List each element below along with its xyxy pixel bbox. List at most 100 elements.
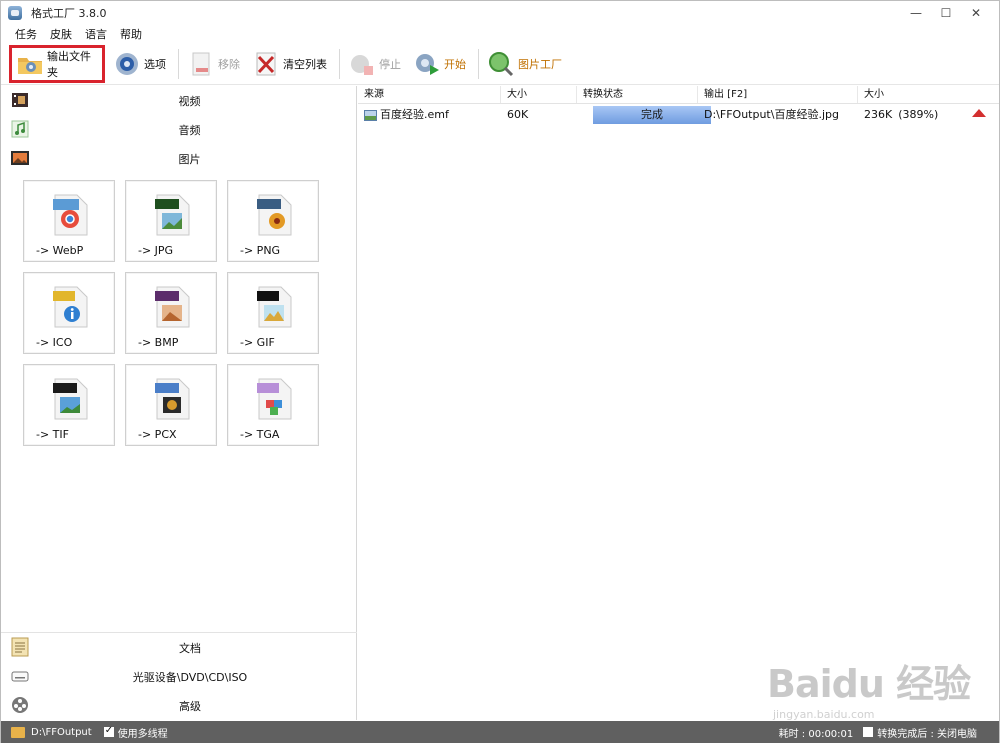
category-picture[interactable]: 图片	[1, 144, 356, 173]
output-folder-button[interactable]: 输出文件夹	[9, 44, 105, 83]
stop-button[interactable]: 停止	[344, 45, 405, 83]
picture-factory-button[interactable]: 图片工厂	[483, 45, 566, 83]
jpg-file-icon	[153, 193, 191, 237]
tile-ico[interactable]: -> ICO	[23, 272, 115, 354]
gear-icon	[113, 50, 141, 78]
magnifier-globe-icon	[487, 50, 515, 78]
document-icon	[10, 637, 30, 657]
tile-tif[interactable]: -> TIF	[23, 364, 115, 446]
col-status[interactable]: 转换状态	[577, 86, 698, 103]
gif-file-icon	[255, 285, 293, 329]
multithread-label: 使用多线程	[117, 728, 168, 740]
minimize-button[interactable]: —	[901, 1, 931, 25]
task-list-panel: 来源 大小 转换状态 输出 [F2] 大小 百度经验.emf 60K 完成 D:…	[358, 86, 999, 723]
tile-png[interactable]: -> PNG	[227, 180, 319, 262]
col-source[interactable]: 来源	[358, 86, 501, 103]
output-size: 236K	[864, 108, 893, 121]
tile-tif-label: -> TIF	[36, 428, 69, 441]
multithread-checkbox[interactable]	[103, 725, 114, 737]
tile-png-label: -> PNG	[240, 244, 281, 257]
bmp-file-icon	[153, 285, 191, 329]
tile-bmp[interactable]: -> BMP	[125, 272, 217, 354]
clear-x-icon	[252, 50, 280, 78]
tile-ico-label: -> ICO	[36, 336, 73, 349]
col-output-size[interactable]: 大小	[858, 86, 999, 103]
category-advanced[interactable]: 高级	[1, 691, 357, 720]
tile-webp[interactable]: -> WebP	[23, 180, 115, 262]
category-document[interactable]: 文档	[1, 633, 357, 662]
watermark-url: jingyan.baidu.com	[773, 708, 875, 721]
shutdown-after-checkbox[interactable]	[863, 727, 874, 737]
options-label: 选项	[144, 57, 166, 71]
tile-jpg[interactable]: -> JPG	[125, 180, 217, 262]
tile-bmp-label: -> BMP	[138, 336, 179, 349]
start-button[interactable]: 开始	[409, 45, 470, 83]
bottom-categories: 文档 光驱设备\DVD\CD\ISO 高级	[1, 632, 357, 720]
status-folder-icon	[11, 726, 25, 738]
tile-gif[interactable]: -> GIF	[227, 272, 319, 354]
webp-file-icon	[51, 193, 89, 237]
menu-skin[interactable]: 皮肤	[50, 26, 72, 42]
title-bar: 格式工厂 3.8.0 — ☐ ✕	[1, 1, 999, 25]
start-play-icon	[413, 50, 441, 78]
col-size[interactable]: 大小	[501, 86, 577, 103]
status-bar: D:\FFOutput 使用多线程 耗时 : 00:00:01 转换完成后 : …	[1, 721, 999, 743]
folder-icon	[16, 50, 44, 78]
remove-button[interactable]: 移除	[183, 45, 244, 83]
remove-document-icon	[187, 50, 215, 78]
app-window: 格式工厂 3.8.0 — ☐ ✕ 任务 皮肤 语言 帮助 输出文件夹 选项 移除…	[0, 0, 1000, 743]
tile-tga-label: -> TGA	[240, 428, 280, 441]
close-button[interactable]: ✕	[961, 1, 991, 25]
table-row[interactable]: 百度经验.emf 60K 完成 D:\FFOutput\百度经验.jpg 236…	[358, 104, 999, 126]
status-output-folder[interactable]: D:\FFOutput	[31, 727, 92, 738]
category-optical-drive-label: 光驱设备\DVD\CD\ISO	[132, 670, 248, 684]
menu-task[interactable]: 任务	[15, 26, 37, 42]
image-file-icon	[364, 109, 377, 121]
category-advanced-label: 高级	[179, 699, 201, 713]
category-audio-label: 音频	[178, 123, 201, 137]
tile-webp-label: -> WebP	[36, 244, 84, 257]
col-output[interactable]: 输出 [F2]	[698, 86, 858, 103]
tile-pcx-label: -> PCX	[138, 428, 177, 441]
cell-status: 完成	[577, 106, 711, 124]
film-reel-icon	[10, 695, 30, 715]
png-file-icon	[255, 193, 293, 237]
output-folder-label: 输出文件夹	[47, 49, 91, 79]
tile-gif-label: -> GIF	[240, 336, 275, 349]
tile-pcx[interactable]: -> PCX	[125, 364, 217, 446]
size-ratio: (389%)	[898, 108, 939, 121]
cell-output-size: 236K (389%)	[858, 104, 999, 126]
menu-bar: 任务 皮肤 语言 帮助	[1, 25, 999, 43]
clear-list-label: 清空列表	[283, 57, 327, 71]
baidu-jingyan-watermark: Baidu 经验 jingyan.baidu.com	[767, 653, 987, 723]
disc-drive-icon	[10, 666, 30, 686]
tif-file-icon	[51, 377, 89, 421]
category-audio[interactable]: 音频	[1, 115, 356, 144]
window-controls: — ☐ ✕	[901, 1, 991, 25]
window-title: 格式工厂 3.8.0	[31, 7, 107, 20]
left-panel: 视频 音频 图片 -> WebP -> JPG -> PNG -> ICO ->…	[1, 86, 357, 720]
toolbar-separator	[178, 48, 179, 79]
clear-list-button[interactable]: 清空列表	[248, 45, 331, 83]
film-icon	[10, 90, 30, 110]
category-picture-label: 图片	[178, 152, 201, 166]
menu-language[interactable]: 语言	[85, 26, 107, 42]
menu-help[interactable]: 帮助	[120, 26, 142, 42]
category-document-label: 文档	[179, 641, 201, 655]
tile-tga[interactable]: -> TGA	[227, 364, 319, 446]
status-progress-bar: 完成	[593, 106, 711, 124]
remove-label: 移除	[218, 57, 240, 71]
size-up-arrow-icon	[972, 109, 987, 117]
maximize-button[interactable]: ☐	[931, 1, 961, 25]
category-optical-drive[interactable]: 光驱设备\DVD\CD\ISO	[1, 662, 357, 691]
elapsed-time: 耗时 : 00:00:01	[778, 728, 854, 740]
music-note-icon	[10, 119, 30, 139]
stop-label: 停止	[379, 57, 401, 71]
picture-factory-label: 图片工厂	[518, 57, 562, 71]
toolbar: 输出文件夹 选项 移除 清空列表 停止 开始 图片工厂	[1, 43, 999, 85]
stop-icon	[348, 50, 376, 78]
category-video-label: 视频	[178, 94, 201, 108]
options-button[interactable]: 选项	[109, 45, 170, 83]
cell-source: 百度经验.emf	[358, 104, 501, 126]
category-video[interactable]: 视频	[1, 86, 356, 115]
